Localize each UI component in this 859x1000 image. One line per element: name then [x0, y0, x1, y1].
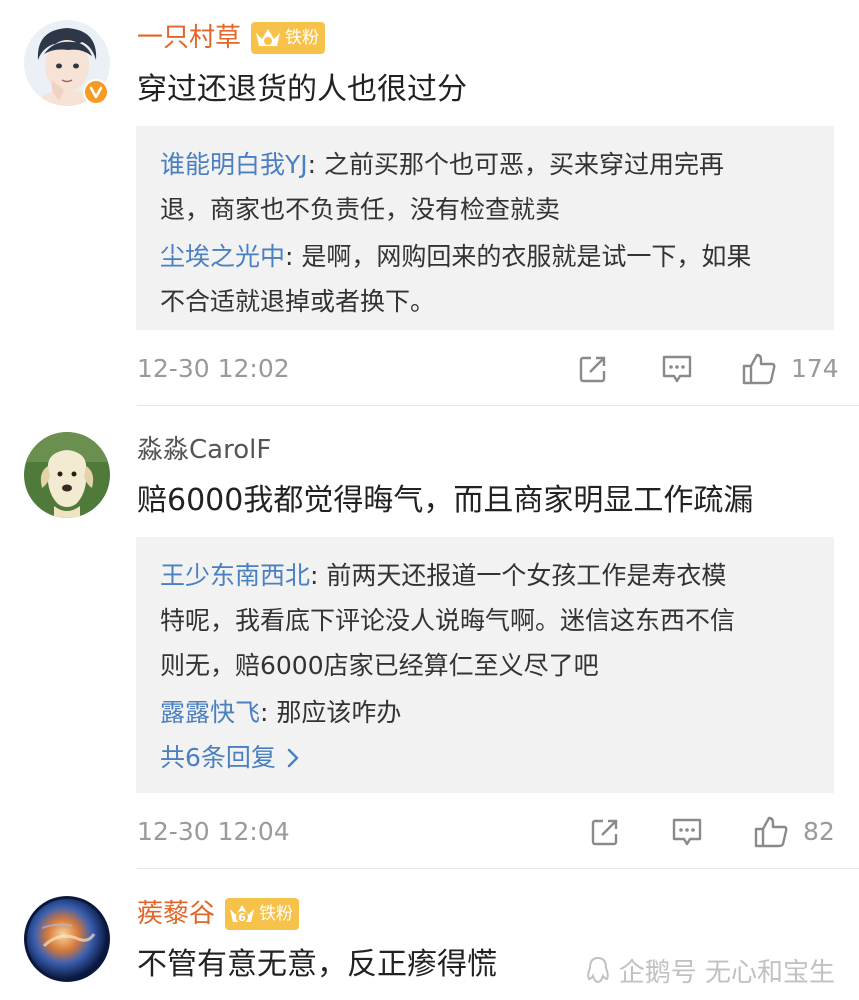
comment-button[interactable]: [670, 812, 704, 852]
like-button[interactable]: 82: [753, 812, 835, 852]
reply-text-cont: 不合适就退掉或者换下。: [160, 287, 436, 316]
reply-text: : 前两天还报道一个女孩工作是寿衣模: [310, 561, 727, 590]
divider: [137, 405, 859, 406]
chevron-right-icon: [287, 748, 299, 767]
avatar-planet-image: [24, 896, 110, 982]
comment-text: 不管有意无意，反正瘆得慌: [137, 947, 497, 982]
avatar[interactable]: [24, 896, 110, 982]
reply-item[interactable]: 谁能明白我YJ: 之前买那个也可恶，买来穿过用完再 退，商家也不负责任，没有检查…: [160, 142, 810, 232]
penguin-icon: [586, 956, 609, 984]
reply-box[interactable]: 王少东南西北: 前两天还报道一个女孩工作是寿衣模 特呢，我看底下评论没人说晦气啊…: [136, 537, 834, 793]
verified-badge-icon: [83, 79, 109, 105]
like-button[interactable]: 174: [741, 349, 839, 389]
author-row: 一只村草 铁粉: [137, 18, 326, 58]
fan-badge: 铁粉: [251, 22, 326, 54]
comment-text: 穿过还退货的人也很过分: [137, 72, 467, 107]
reply-author[interactable]: 王少东南西北: [160, 561, 310, 590]
fan-badge-label: 铁粉: [285, 28, 320, 48]
crown-icon: 6: [230, 905, 255, 924]
comment-icon: [672, 818, 702, 846]
reply-box[interactable]: 谁能明白我YJ: 之前买那个也可恶，买来穿过用完再 退，商家也不负责任，没有检查…: [136, 126, 834, 330]
author-row: 蒺藜谷 6 铁粉: [137, 894, 300, 934]
reply-item[interactable]: 王少东南西北: 前两天还报道一个女孩工作是寿衣模 特呢，我看底下评论没人说晦气啊…: [160, 553, 810, 688]
watermark-text: 企鹅号 无心和宝生: [618, 957, 835, 988]
reply-author[interactable]: 尘埃之光中: [160, 242, 285, 271]
comment-button[interactable]: [660, 349, 694, 389]
avatar-photo: [24, 432, 110, 518]
avatar[interactable]: [24, 432, 110, 518]
more-replies-link[interactable]: 共6条回复: [160, 735, 810, 780]
badge-level: 6: [238, 911, 246, 924]
comment-text: 赔6000我都觉得晦气，而且商家明显工作疏漏: [137, 483, 754, 518]
reply-text: : 之前买那个也可恶，买来穿过用完再: [307, 150, 725, 179]
fan-badge: 6 铁粉: [225, 898, 300, 930]
thumbs-up-icon: [742, 353, 776, 385]
more-replies-label: 共6条回复: [160, 743, 276, 772]
meta-row: 12-30 12:02 174: [137, 349, 839, 389]
meta-row: 12-30 12:04 82: [137, 812, 835, 852]
thumbs-up-icon: [754, 816, 788, 848]
reply-text-cont: 特呢，我看底下评论没人说晦气啊。迷信这东西不信: [160, 606, 736, 635]
divider: [137, 868, 859, 869]
like-count: 82: [803, 817, 835, 846]
share-icon: [591, 819, 618, 846]
share-button[interactable]: [577, 349, 609, 389]
reply-text: : 是啊，网购回来的衣服就是试一下，如果: [285, 242, 752, 271]
reply-author[interactable]: 谁能明白我YJ: [160, 150, 308, 179]
author-row: 淼淼CarolF: [137, 430, 271, 470]
crown-icon: [256, 29, 281, 46]
author-name[interactable]: 一只村草: [137, 18, 241, 58]
reply-item[interactable]: 露露快飞: 那应该咋办: [160, 690, 810, 735]
reply-author[interactable]: 露露快飞: [160, 698, 260, 727]
watermark: 企鹅号 无心和宝生: [583, 948, 835, 992]
share-button[interactable]: [589, 812, 621, 852]
reply-text-cont: 退，商家也不负责任，没有检查就卖: [160, 195, 561, 224]
reply-item[interactable]: 尘埃之光中: 是啊，网购回来的衣服就是试一下，如果 不合适就退掉或者换下。: [160, 234, 810, 324]
like-count: 174: [791, 354, 839, 383]
comment-icon: [662, 355, 692, 383]
timestamp: 12-30 12:02: [137, 354, 290, 383]
author-name[interactable]: 蒺藜谷: [137, 894, 215, 934]
timestamp: 12-30 12:04: [137, 817, 290, 846]
reply-text: : 那应该咋办: [260, 698, 402, 727]
author-name[interactable]: 淼淼CarolF: [137, 430, 271, 470]
fan-badge-label: 铁粉: [259, 904, 294, 924]
share-icon: [579, 356, 606, 383]
reply-text-cont: 则无，赔6000店家已经算仁至义尽了吧: [160, 651, 599, 680]
